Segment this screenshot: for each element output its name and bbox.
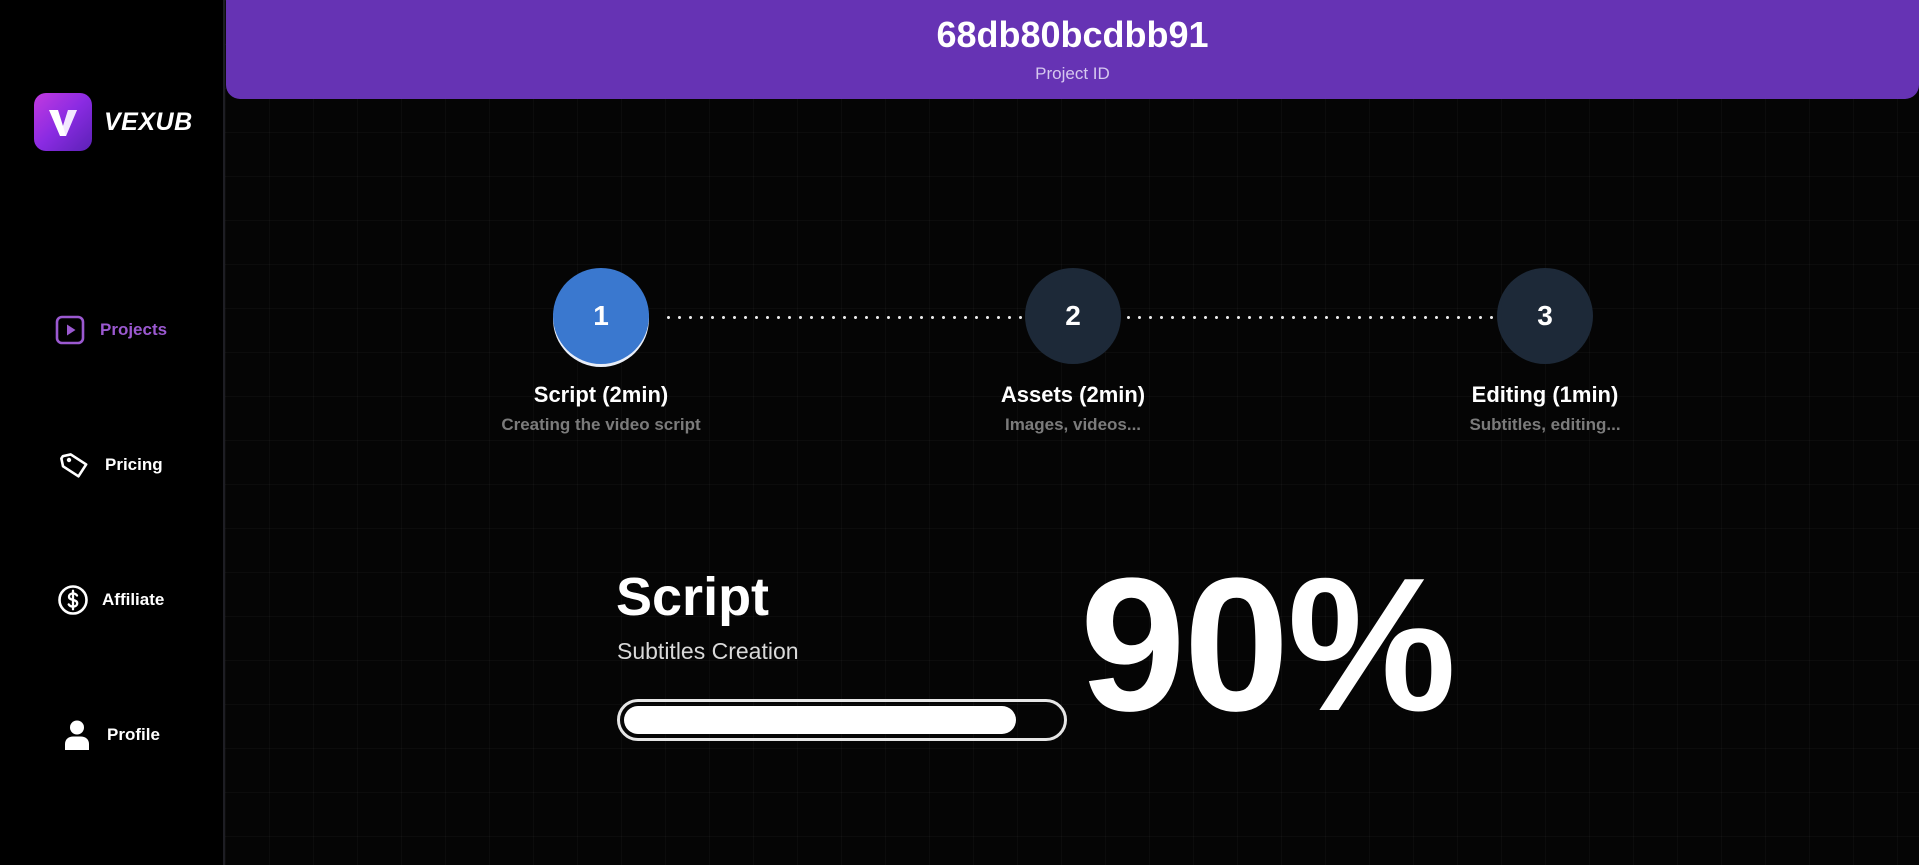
step-circle-3: 3 xyxy=(1497,268,1593,364)
sidebar-item-label: Pricing xyxy=(105,455,163,474)
project-header: 68db80bcdbb91 Project ID xyxy=(226,0,1919,99)
progress-bar-fill xyxy=(624,706,1017,734)
user-icon xyxy=(60,718,94,752)
progress-percent: 90% xyxy=(1080,539,1456,751)
sidebar-item-label: Affiliate xyxy=(102,590,165,609)
stage-title: Script xyxy=(616,567,770,627)
step-circle-1: 1 xyxy=(553,268,649,364)
dollar-circle-icon xyxy=(56,583,90,617)
brand[interactable]: VEXUB xyxy=(34,93,193,151)
brand-name: VEXUB xyxy=(104,107,193,136)
project-id: 68db80bcdbb91 xyxy=(936,14,1209,55)
sidebar-item-projects[interactable]: Projects xyxy=(0,300,225,360)
step-description-3: Subtitles, editing... xyxy=(1469,415,1621,434)
sidebar-item-affiliate[interactable]: Affiliate xyxy=(0,570,225,630)
sidebar-item-label: Profile xyxy=(107,725,160,744)
sidebar-item-pricing[interactable]: Pricing xyxy=(0,435,225,495)
app-root: VEXUB Projects Pricing Affiliate Profile… xyxy=(0,0,1919,865)
play-square-icon xyxy=(53,313,87,347)
step-title-2: Assets (2min) xyxy=(1000,382,1146,407)
sidebar: VEXUB Projects Pricing Affiliate Profile xyxy=(0,0,225,865)
price-tag-icon xyxy=(57,448,91,482)
step-connector xyxy=(663,316,1025,319)
sidebar-item-profile[interactable]: Profile xyxy=(0,705,225,765)
progress-bar xyxy=(617,699,1067,741)
step-title-3: Editing (1min) xyxy=(1471,382,1619,407)
step-description-1: Creating the video script xyxy=(501,415,701,434)
sidebar-item-label: Projects xyxy=(100,320,168,339)
main-content: 68db80bcdbb91 Project ID 1 Script (2min)… xyxy=(225,0,1919,865)
vexub-logo-icon xyxy=(34,93,92,151)
step-circle-2: 2 xyxy=(1025,268,1121,364)
project-id-label: Project ID xyxy=(1035,64,1110,83)
step-description-2: Images, videos... xyxy=(1004,415,1142,434)
step-title-1: Script (2min) xyxy=(533,382,669,407)
stage-subtitle: Subtitles Creation xyxy=(617,638,799,664)
step-connector xyxy=(1123,316,1499,319)
